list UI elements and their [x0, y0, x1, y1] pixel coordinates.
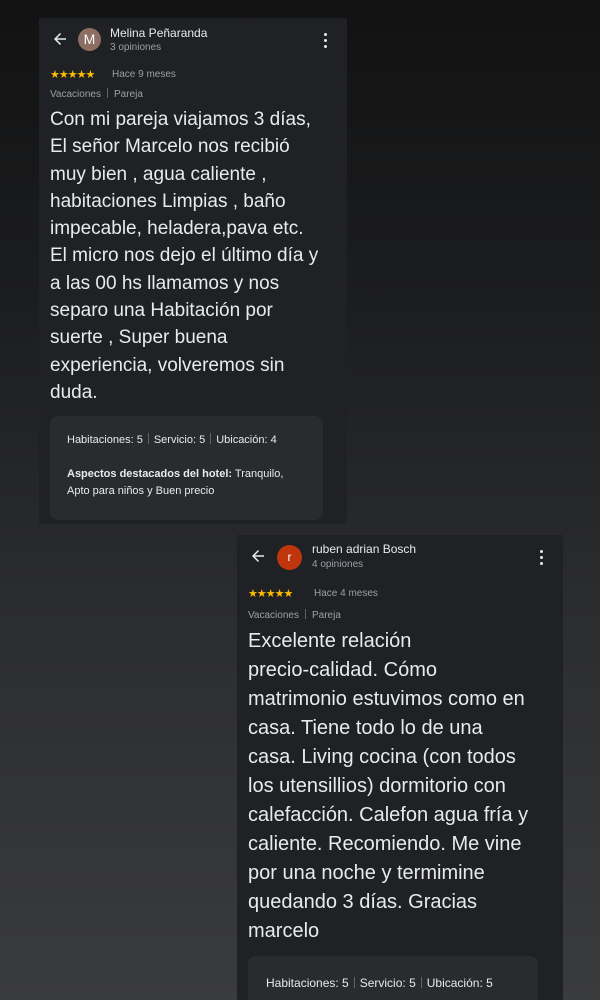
back-arrow-icon[interactable]: [51, 30, 69, 48]
divider: [147, 433, 149, 444]
divider: [304, 609, 306, 619]
author-name[interactable]: ruben adrian Bosch: [312, 542, 416, 556]
review-count: 4 opiniones: [312, 559, 364, 570]
more-options-icon[interactable]: [538, 550, 544, 568]
divider: [353, 977, 355, 988]
star-rating: ★★★★★: [50, 69, 95, 81]
trip-tags: Vacaciones Pareja: [248, 609, 341, 621]
divider: [210, 433, 212, 444]
more-options-icon[interactable]: [322, 33, 328, 51]
divider: [420, 977, 422, 988]
service-rating: Servicio: 5: [153, 434, 206, 446]
trip-type: Vacaciones: [248, 610, 299, 621]
hotel-highlights: Aspectos destacados del hotel: Tranquilo…: [67, 466, 307, 500]
review-text: Excelente relación precio-calidad. Cómo …: [248, 630, 529, 942]
divider: [106, 88, 108, 98]
ratings-panel: Habitaciones: 5 Servicio: 5 Ubicación: 5: [248, 956, 538, 1000]
trip-companions: Pareja: [311, 610, 341, 621]
category-ratings: Habitaciones: 5 Servicio: 5 Ubicación: 5: [266, 976, 493, 990]
ratings-panel: Habitaciones: 5 Servicio: 5 Ubicación: 4 A…: [50, 416, 323, 520]
category-ratings: Habitaciones: 5 Servicio: 5 Ubicación: 4: [67, 433, 277, 446]
back-arrow-icon[interactable]: [249, 547, 267, 565]
review-count: 3 opiniones: [110, 42, 162, 53]
star-rating: ★★★★★: [248, 588, 293, 600]
review-header: M Melina Peñaranda 3 opiniones: [39, 18, 347, 62]
rooms-rating: Habitaciones: 5: [67, 434, 143, 446]
trip-type: Vacaciones: [50, 89, 101, 100]
review-card: r ruben adrian Bosch 4 opiniones ★★★★★ H…: [237, 535, 563, 1000]
review-card: M Melina Peñaranda 3 opiniones ★★★★★ Hac…: [39, 18, 347, 524]
location-rating: Ubicación: 5: [426, 976, 493, 990]
review-time: Hace 9 meses: [112, 69, 176, 80]
service-rating: Servicio: 5: [359, 976, 416, 990]
avatar[interactable]: r: [277, 545, 302, 570]
review-time: Hace 4 meses: [314, 588, 378, 599]
trip-tags: Vacaciones Pareja: [50, 88, 143, 100]
highlights-label: Aspectos destacados del hotel:: [67, 468, 233, 480]
trip-companions: Pareja: [113, 89, 143, 100]
location-rating: Ubicación: 4: [216, 434, 277, 446]
author-name[interactable]: Melina Peñaranda: [110, 26, 207, 40]
review-header: r ruben adrian Bosch 4 opiniones: [237, 535, 563, 579]
avatar[interactable]: M: [78, 28, 101, 51]
review-text: Con mi pareja viajamos 3 días, El señor …: [50, 109, 319, 403]
rooms-rating: Habitaciones: 5: [266, 976, 349, 990]
